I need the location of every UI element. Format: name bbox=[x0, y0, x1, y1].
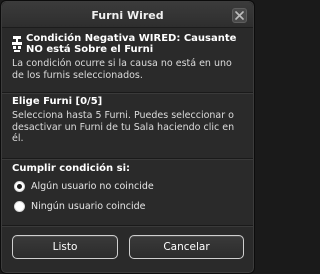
divider bbox=[2, 158, 253, 159]
title-bar[interactable]: Furni Wired bbox=[2, 2, 253, 28]
divider bbox=[2, 225, 253, 226]
cancel-button[interactable]: Cancelar bbox=[129, 235, 244, 259]
condition-section: Condición Negativa WIRED: Causante NO es… bbox=[2, 33, 253, 91]
button-row: Listo Cancelar bbox=[2, 227, 253, 273]
condition-description: La condición ocurre si la causa no está … bbox=[12, 58, 232, 81]
radio-option-no-user[interactable]: Ningún usuario coincide bbox=[12, 197, 243, 215]
furni-select-title: Elige Furni [0/5] bbox=[12, 96, 103, 107]
divider bbox=[2, 92, 253, 93]
furni-select-section: Elige Furni [0/5] Selecciona hasta 5 Fur… bbox=[2, 95, 253, 153]
close-button[interactable] bbox=[232, 8, 247, 23]
radio-button[interactable] bbox=[14, 200, 25, 212]
radio-label: Ningún usuario coincide bbox=[31, 200, 146, 212]
wired-dialog: Furni Wired Condición Negativa WIRED: Ca… bbox=[0, 0, 255, 274]
radio-selected-dot bbox=[17, 183, 22, 189]
options-title: Cumplir condición si: bbox=[12, 163, 131, 174]
wired-icon bbox=[12, 36, 22, 52]
window-title: Furni Wired bbox=[91, 9, 164, 22]
radio-button[interactable] bbox=[14, 180, 25, 192]
radio-option-any-user[interactable]: Algún usuario no coincide bbox=[12, 177, 243, 195]
ok-button[interactable]: Listo bbox=[12, 235, 118, 259]
furni-select-description: Selecciona hasta 5 Furni. Puedes selecci… bbox=[12, 110, 235, 144]
radio-label: Algún usuario no coincide bbox=[31, 180, 154, 192]
options-section: Cumplir condición si: Algún usuario no c… bbox=[2, 162, 253, 224]
condition-title: Condición Negativa WIRED: Causante NO es… bbox=[26, 33, 237, 55]
close-icon bbox=[235, 11, 244, 20]
